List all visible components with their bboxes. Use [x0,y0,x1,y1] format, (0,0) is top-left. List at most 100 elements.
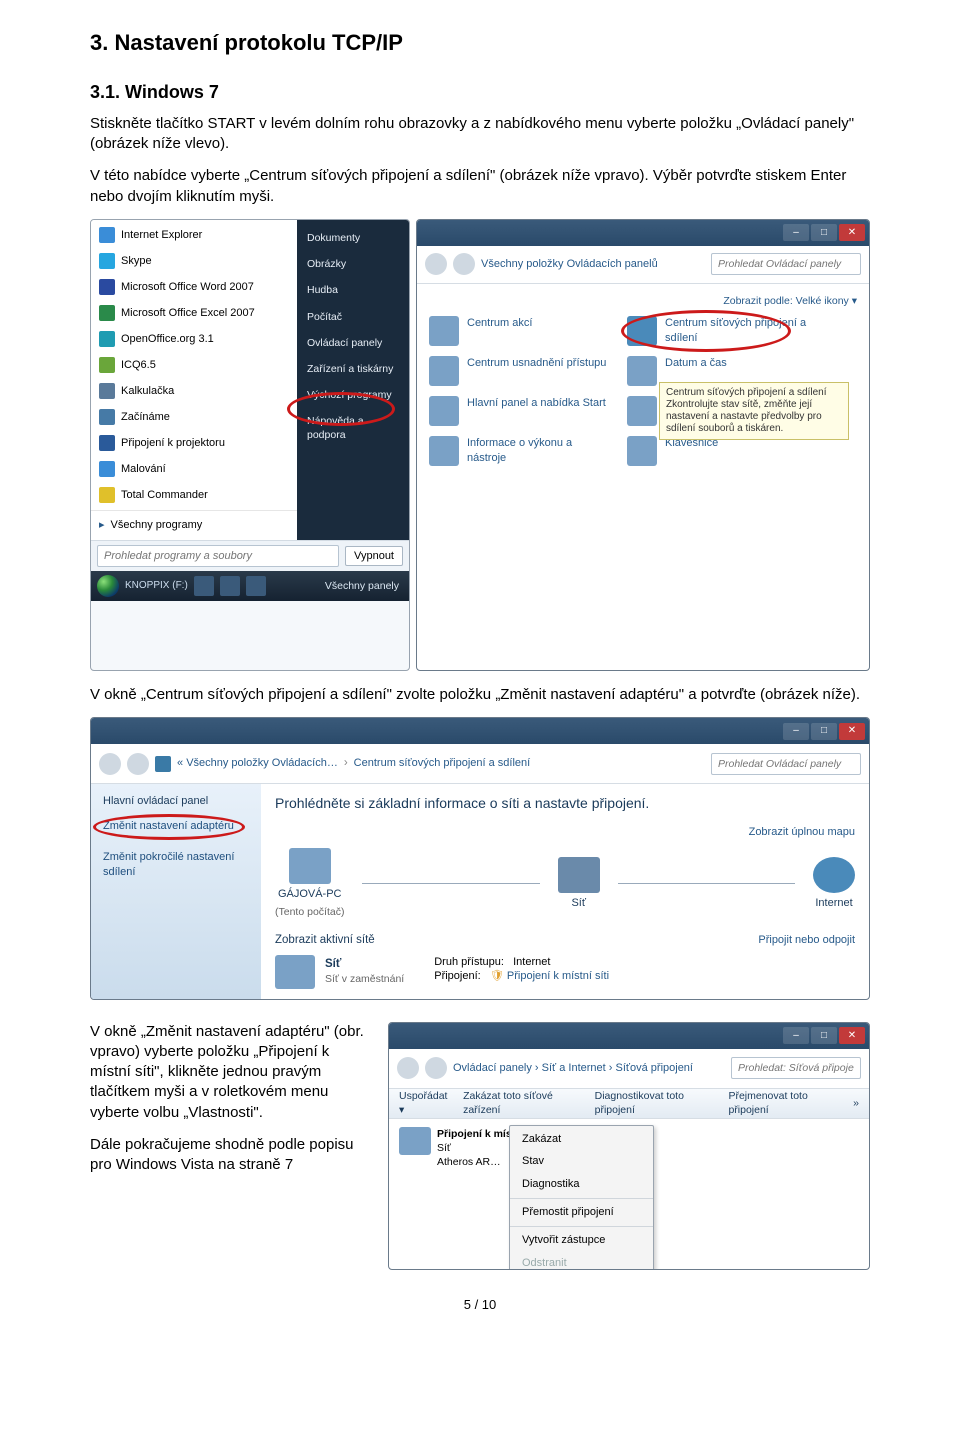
info-val[interactable]: Připojení k místní síti [507,970,609,982]
app-row[interactable]: Microsoft Office Excel 2007 [91,300,297,326]
ctx-disable[interactable]: Zakázat [510,1128,653,1151]
aw-search-input[interactable] [731,1057,861,1079]
adapter-section: V okně „Změnit nastavení adaptéru" (obr.… [90,1022,870,1270]
minimize-button[interactable]: – [783,1027,809,1044]
view-by-label[interactable]: Zobrazit podle: Velké ikony ▾ [429,294,857,316]
right-item[interactable]: Hudba [305,278,401,302]
nw-header: « Všechny položky Ovládacích… › Centrum … [91,744,869,784]
flag-icon [429,316,459,346]
app-label: Připojení k projektoru [121,436,225,451]
back-arrow-icon[interactable] [397,1057,419,1079]
cp-item[interactable]: Centrum usnadnění přístupu [429,356,609,386]
sidebar-link-advanced-sharing[interactable]: Změnit pokročilé nastavení sdílení [103,850,249,880]
back-arrow-icon[interactable] [99,753,121,775]
app-row[interactable]: Kalkulačka [91,378,297,404]
section-subheading: 3.1. Windows 7 [90,80,870,104]
back-arrow-icon[interactable] [425,253,447,275]
right-item[interactable]: Nápověda a podpora [305,409,401,447]
context-menu: Zakázat Stav Diagnostika Přemostit připo… [509,1125,654,1270]
connect-disconnect-link[interactable]: Připojit nebo odpojit [758,933,855,949]
info-key: Druh přístupu: [434,956,504,968]
app-row[interactable]: Microsoft Office Word 2007 [91,274,297,300]
ethernet-icon [399,1127,431,1155]
toolbar-overflow[interactable]: » [853,1096,859,1110]
fwd-arrow-icon[interactable] [425,1057,447,1079]
cp-item[interactable]: Klávesnice [627,436,807,466]
ctx-bridge[interactable]: Přemostit připojení [510,1201,653,1224]
app-row[interactable]: Total Commander [91,482,297,508]
taskbar-icon[interactable] [246,576,266,596]
app-label: Kalkulačka [121,384,174,399]
app-row[interactable]: OpenOffice.org 3.1 [91,326,297,352]
all-programs[interactable]: ▸Všechny programy [91,513,297,538]
cp-item[interactable]: Centrum akcí [429,316,609,346]
active-net-name: Síť [325,957,404,973]
start-orb-icon[interactable] [97,575,119,597]
toolbar-item[interactable]: Přejmenovat toto připojení [728,1089,841,1117]
toolbar-item[interactable]: Diagnostikovat toto připojení [595,1089,717,1117]
toolbar-item[interactable]: Uspořádat ▾ [399,1089,451,1117]
ctx-shortcut[interactable]: Vytvořit zástupce [510,1229,653,1252]
paragraph-2: V této nabídce vyberte „Centrum síťových… [90,166,870,207]
start-menu-bottom: Vypnout [91,540,409,571]
app-row[interactable]: Malování [91,456,297,482]
ctx-diagnose[interactable]: Diagnostika [510,1173,653,1196]
tooltip: Centrum síťových připojení a sdílení Zko… [659,382,849,440]
cp-item-label: Centrum usnadnění přístupu [467,356,606,386]
active-net-sub: Síť v zaměstnání [325,972,404,986]
taskbar-icon[interactable] [194,576,214,596]
app-row[interactable]: Skype [91,248,297,274]
network-icon [627,316,657,346]
app-row[interactable]: Připojení k projektoru [91,430,297,456]
cp-item[interactable]: Hlavní panel a nabídka Start [429,396,609,426]
right-item-control-panel[interactable]: Ovládací panely [305,331,401,355]
right-item[interactable]: Počítač [305,305,401,329]
sidebar-link-change-adapter[interactable]: Změnit nastavení adaptéru [103,819,249,834]
ctx-status[interactable]: Stav [510,1150,653,1173]
window-titlebar: – □ ✕ [91,718,869,744]
cp-search-input[interactable] [711,253,861,275]
maximize-button[interactable]: □ [811,723,837,740]
perf-icon [429,436,459,466]
minimize-button[interactable]: – [783,224,809,241]
breadcrumb-item[interactable]: Centrum síťových připojení a sdílení [354,756,531,771]
breadcrumb[interactable]: Všechny položky Ovládacích panelů [481,257,658,272]
cp-item[interactable]: Informace o výkonu a nástroje [429,436,609,466]
icq-icon [99,357,115,373]
maximize-button[interactable]: □ [811,1027,837,1044]
paragraph-4b: Dále pokračujeme shodně podle popisu pro… [90,1135,370,1176]
node-label: Síť [571,896,586,911]
taskbar-icon[interactable] [220,576,240,596]
app-label: Total Commander [121,488,208,503]
right-item[interactable]: Výchozí programy [305,383,401,407]
node-this-pc: GÁJOVÁ-PC(Tento počítač) [275,848,344,919]
cp-item-network-center[interactable]: Centrum síťových připojení a sdílení [627,316,807,346]
fwd-arrow-icon[interactable] [453,253,475,275]
close-button[interactable]: ✕ [839,224,865,241]
minimize-button[interactable]: – [783,723,809,740]
close-button[interactable]: ✕ [839,1027,865,1044]
right-item[interactable]: Zařízení a tiskárny [305,357,401,381]
full-map-link[interactable]: Zobrazit úplnou mapu [749,825,855,840]
all-programs-label: Všechny programy [111,518,203,533]
nw-search-input[interactable] [711,753,861,775]
breadcrumb-item[interactable]: « Všechny položky Ovládacích… [177,756,338,771]
right-item[interactable]: Obrázky [305,252,401,276]
app-row[interactable]: ICQ6.5 [91,352,297,378]
start-search-input[interactable] [97,545,339,567]
right-item[interactable]: Dokumenty [305,226,401,250]
close-button[interactable]: ✕ [839,723,865,740]
aw-header: Ovládací panely › Síť a Internet › Síťov… [389,1049,869,1089]
paragraph-3: V okně „Centrum síťových připojení a sdí… [90,685,870,705]
toolbar-item[interactable]: Zakázat toto síťové zařízení [463,1089,583,1117]
breadcrumb[interactable]: Ovládací panely › Síť a Internet › Síťov… [453,1061,693,1076]
app-row[interactable]: Internet Explorer [91,222,297,248]
app-row[interactable]: Začínáme [91,404,297,430]
shutdown-button[interactable]: Vypnout [345,546,403,566]
start-menu-right-pane: Dokumenty Obrázky Hudba Počítač Ovládací… [297,220,409,540]
node-label: Internet [815,896,852,911]
cp-item-label: Hlavní panel a nabídka Start [467,396,606,426]
maximize-button[interactable]: □ [811,224,837,241]
fwd-arrow-icon[interactable] [127,753,149,775]
info-val: Internet [513,956,550,968]
